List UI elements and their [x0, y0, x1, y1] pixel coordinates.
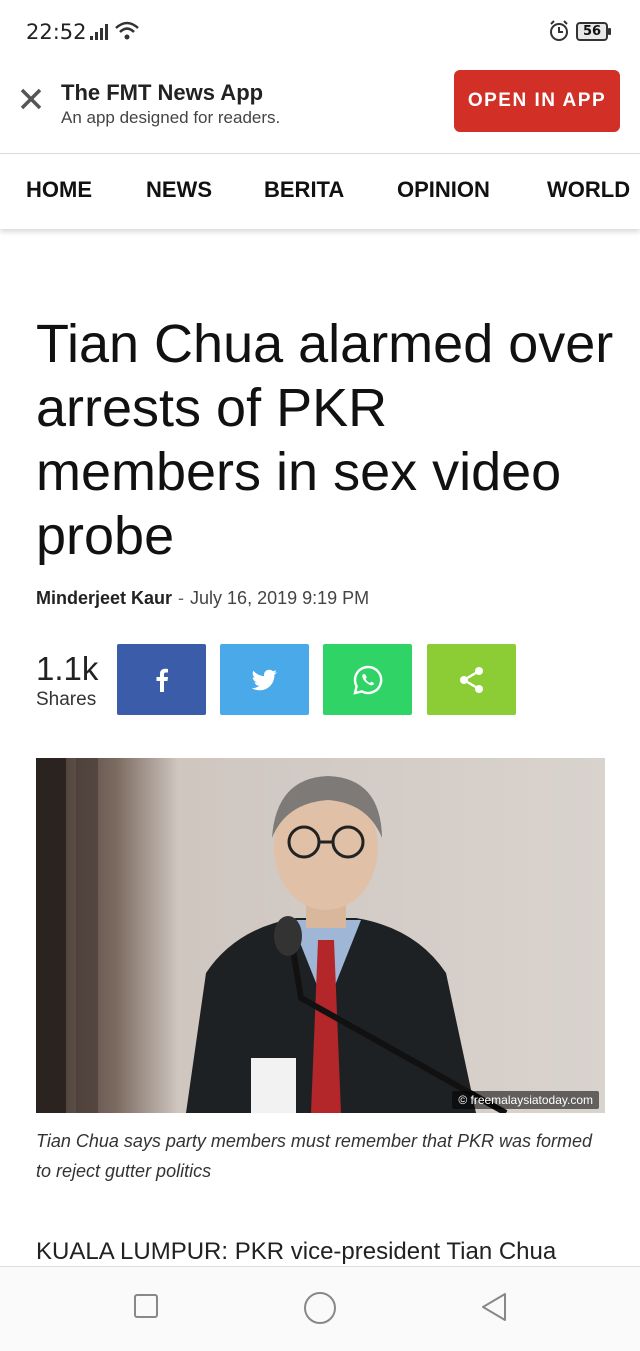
home-icon[interactable] — [303, 1291, 337, 1325]
close-icon[interactable] — [18, 86, 44, 112]
photo-watermark: © freemalaysiatoday.com — [452, 1091, 599, 1109]
author-link[interactable]: Minderjeet Kaur — [36, 588, 172, 608]
system-nav-bar — [0, 1266, 640, 1351]
facebook-share-button[interactable] — [117, 644, 206, 715]
nav-item-world[interactable]: WORLD — [547, 177, 630, 203]
publish-date: July 16, 2019 9:19 PM — [190, 588, 370, 608]
article-photo: © freemalaysiatoday.com — [36, 758, 605, 1113]
main-nav: HOME NEWS BERITA OPINION WORLD — [0, 155, 640, 229]
generic-share-button[interactable] — [427, 644, 516, 715]
banner-title: The FMT News App — [61, 80, 264, 105]
article-headline: Tian Chua alarmed over arrests of PKR me… — [36, 314, 614, 566]
facebook-icon — [156, 668, 168, 692]
signal-icon — [90, 24, 108, 40]
photo-caption: Tian Chua says party members must rememb… — [36, 1131, 593, 1181]
whatsapp-icon — [352, 665, 382, 695]
alarm-icon — [550, 20, 568, 41]
status-bar: 22:52 56 — [0, 0, 640, 64]
nav-item-home[interactable]: HOME — [26, 177, 92, 203]
wifi-icon — [115, 21, 139, 40]
nav-item-berita[interactable]: BERITA — [264, 177, 344, 203]
banner-subtitle: An app designed for readers. — [61, 108, 281, 127]
shares-label: Shares — [36, 689, 97, 710]
twitter-icon — [251, 669, 277, 690]
nav-item-opinion[interactable]: OPINION — [397, 177, 490, 203]
status-time: 22:52 — [26, 20, 87, 44]
whatsapp-share-button[interactable] — [323, 644, 412, 715]
shares-count: 1.1k — [36, 650, 99, 687]
back-icon[interactable] — [480, 1292, 508, 1322]
nav-item-news[interactable]: NEWS — [146, 177, 212, 203]
byline-separator: - — [178, 588, 185, 608]
article-lede: KUALA LUMPUR: PKR vice-president Tian Ch… — [36, 1238, 557, 1265]
byline: Minderjeet Kaur - July 16, 2019 9:19 PM — [36, 588, 369, 609]
open-in-app-button[interactable]: OPEN IN APP — [454, 70, 620, 132]
speaker-photo-illustration — [36, 758, 605, 1113]
recents-icon[interactable] — [133, 1293, 159, 1319]
twitter-share-button[interactable] — [220, 644, 309, 715]
battery-indicator: 56 — [576, 22, 611, 41]
share-icon — [459, 666, 483, 693]
app-banner: The FMT News App An app designed for rea… — [0, 64, 640, 154]
